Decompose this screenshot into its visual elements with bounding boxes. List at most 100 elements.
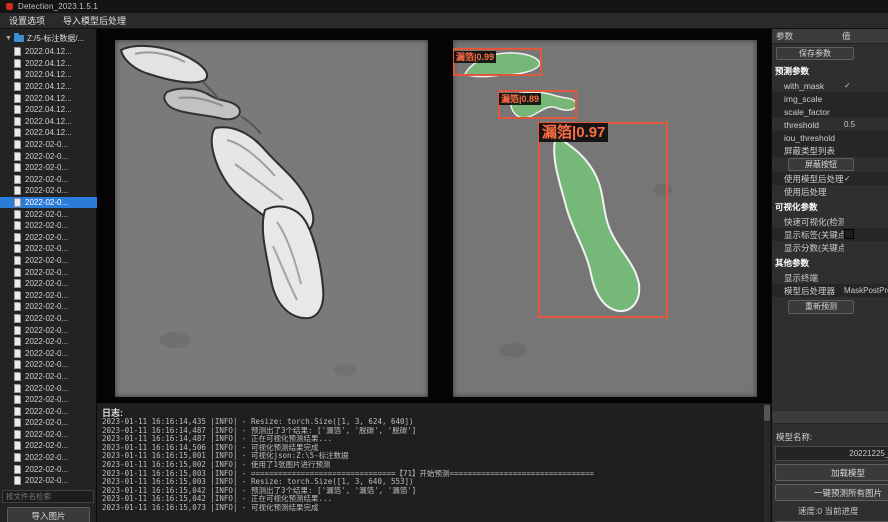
tree-expand-arrow-icon[interactable]: ▼: [5, 35, 12, 42]
param-value[interactable]: MaskPostPro: [844, 286, 888, 295]
tree-item-label: 2022-02-0...: [25, 186, 68, 195]
tree-item[interactable]: 2022-02-0...: [0, 150, 97, 162]
file-icon: [14, 453, 21, 462]
detection-label: 漏箔|0.89: [499, 93, 541, 105]
visual-rows: 快速可视化(检测) 显示标签(关键点) 显示分数(关键点): [772, 215, 888, 254]
tree-item[interactable]: 2022.04.12...: [0, 127, 97, 139]
predict-all-button[interactable]: 一键预测所有图片: [775, 484, 888, 501]
re-predict-button[interactable]: 重新预测: [788, 300, 854, 314]
raw-image-viewer[interactable]: [115, 40, 428, 397]
tree-item[interactable]: 2022.04.12...: [0, 92, 97, 104]
log-scrollbar[interactable]: [764, 404, 770, 522]
tree-root-node[interactable]: ▼ Z:/5-标注数据/...: [0, 32, 84, 44]
param-row[interactable]: 快速可视化(检测): [772, 215, 888, 228]
param-row[interactable]: threshold 0.5: [772, 118, 888, 131]
tree-item[interactable]: 2022-02-0...: [0, 232, 97, 244]
tree-item[interactable]: 2022-02-0...: [0, 429, 97, 441]
tree-item[interactable]: 2022-02-0...: [0, 255, 97, 267]
tree-item[interactable]: 2022.04.12...: [0, 116, 97, 128]
file-icon: [14, 268, 21, 277]
param-value[interactable]: [844, 229, 888, 240]
tree-item-label: 2022-02-0...: [25, 465, 68, 474]
tree-item-label: 2022-02-0...: [25, 244, 68, 253]
tree-item-label: 2022.04.12...: [25, 105, 72, 114]
tree-item-label: 2022-02-0...: [25, 360, 68, 369]
tree-item-label: 2022-02-0...: [25, 430, 68, 439]
tree-item[interactable]: 2022-02-0...: [0, 220, 97, 232]
tree-item[interactable]: 2022-02-0...: [0, 289, 97, 301]
tree-item[interactable]: 2022-02-0...: [0, 243, 97, 255]
tree-item[interactable]: 2022-02-0...: [0, 452, 97, 464]
param-row[interactable]: 显示标签(关键点): [772, 228, 888, 241]
save-params-button[interactable]: 保存参数: [776, 47, 854, 60]
tree-item[interactable]: 2022-02-0...: [0, 301, 97, 313]
param-label: 使用模型后处理: [772, 173, 844, 185]
tree-item[interactable]: 2022.04.12...: [0, 58, 97, 70]
file-icon: [14, 372, 21, 381]
param-row[interactable]: 模型后处理器 MaskPostPro: [772, 284, 888, 297]
param-row[interactable]: img_scale: [772, 92, 888, 105]
tree-item[interactable]: 2022.04.12...: [0, 104, 97, 116]
param-row[interactable]: 使用后处理: [772, 185, 888, 198]
model-block: 模型名称: 20221225_174813 加载模型 一键预测所有图片 速度:0…: [772, 425, 888, 522]
tree-item[interactable]: 2022-02-0...: [0, 394, 97, 406]
tree-item[interactable]: 2022-02-0...: [0, 371, 97, 383]
model-name-value[interactable]: 20221225_174813: [775, 446, 888, 461]
import-images-button[interactable]: 导入图片: [7, 507, 90, 522]
log-scrollbar-thumb[interactable]: [764, 405, 770, 421]
tree-item[interactable]: 2022-02-0...: [0, 347, 97, 359]
tree-item[interactable]: 2022-02-0...: [0, 440, 97, 452]
param-row[interactable]: 显示终端: [772, 271, 888, 284]
param-row[interactable]: 屏蔽类型列表: [772, 144, 888, 157]
tree-root-label: Z:/5-标注数据/...: [27, 33, 84, 44]
params-scrollbar[interactable]: [772, 410, 888, 424]
tree-item[interactable]: 2022-02-0...: [0, 278, 97, 290]
tree-item[interactable]: 2022.04.12...: [0, 69, 97, 81]
tree-item[interactable]: 2022-02-0...: [0, 405, 97, 417]
param-row[interactable]: with_mask ✓: [772, 79, 888, 92]
tree-item[interactable]: 2022.04.12...: [0, 46, 97, 58]
param-value[interactable]: ✓: [844, 81, 888, 90]
tree-item[interactable]: 2022-02-0...: [0, 208, 97, 220]
tree-item[interactable]: 2022-02-0...: [0, 174, 97, 186]
tree-item[interactable]: 2022-02-0...: [0, 463, 97, 475]
param-value[interactable]: ✓: [844, 174, 888, 183]
tree-item-label: 2022-02-0...: [25, 291, 68, 300]
file-icon: [14, 94, 21, 103]
section-visual-params: 可视化参数: [772, 198, 888, 215]
menu-item[interactable]: 导入模型后处理: [54, 14, 135, 27]
tree-item[interactable]: 2022-02-0...: [0, 475, 97, 487]
tree-item[interactable]: 2022.04.12...: [0, 81, 97, 93]
param-row[interactable]: 显示分数(关键点): [772, 241, 888, 254]
detection-box: 漏箔|0.97: [538, 122, 668, 318]
param-row[interactable]: iou_threshold: [772, 131, 888, 144]
mask-types-button[interactable]: 屏蔽按钮: [788, 158, 854, 171]
tree-item-label: 2022-02-0...: [25, 372, 68, 381]
load-model-button[interactable]: 加载模型: [775, 464, 888, 481]
param-row[interactable]: scale_factor: [772, 105, 888, 118]
prediction-image-viewer[interactable]: 漏箔|0.99 漏箔|0.89 漏箔|0.97: [453, 40, 757, 397]
param-label: 显示终端: [772, 272, 844, 284]
param-label: threshold: [772, 120, 844, 130]
param-value[interactable]: 0.5: [844, 120, 888, 129]
tree-item-label: 2022-02-0...: [25, 163, 68, 172]
tree-item[interactable]: 2022-02-0...: [0, 313, 97, 325]
tree-item[interactable]: 2022-02-0...: [0, 197, 97, 209]
tree-item[interactable]: 2022-02-0...: [0, 382, 97, 394]
tree-item[interactable]: 2022-02-0...: [0, 266, 97, 278]
tree-item[interactable]: 2022-02-0...: [0, 336, 97, 348]
tree-item[interactable]: 2022-02-0...: [0, 417, 97, 429]
tree-item[interactable]: 2022-02-0...: [0, 139, 97, 151]
tree-item[interactable]: 2022-02-0...: [0, 359, 97, 371]
model-name-label: 模型名称:: [772, 425, 888, 446]
app-logo-icon: [6, 3, 13, 10]
tree-item-label: 2022-02-0...: [25, 314, 68, 323]
menu-item[interactable]: 设置选项: [0, 14, 54, 27]
file-icon: [14, 59, 21, 68]
tree-item[interactable]: 2022-02-0...: [0, 324, 97, 336]
param-row[interactable]: 使用模型后处理 ✓: [772, 172, 888, 185]
menu-bar: 设置选项导入模型后处理: [0, 13, 888, 29]
tree-item[interactable]: 2022-02-0...: [0, 162, 97, 174]
tree-item[interactable]: 2022-02-0...: [0, 185, 97, 197]
search-input[interactable]: [2, 490, 94, 503]
